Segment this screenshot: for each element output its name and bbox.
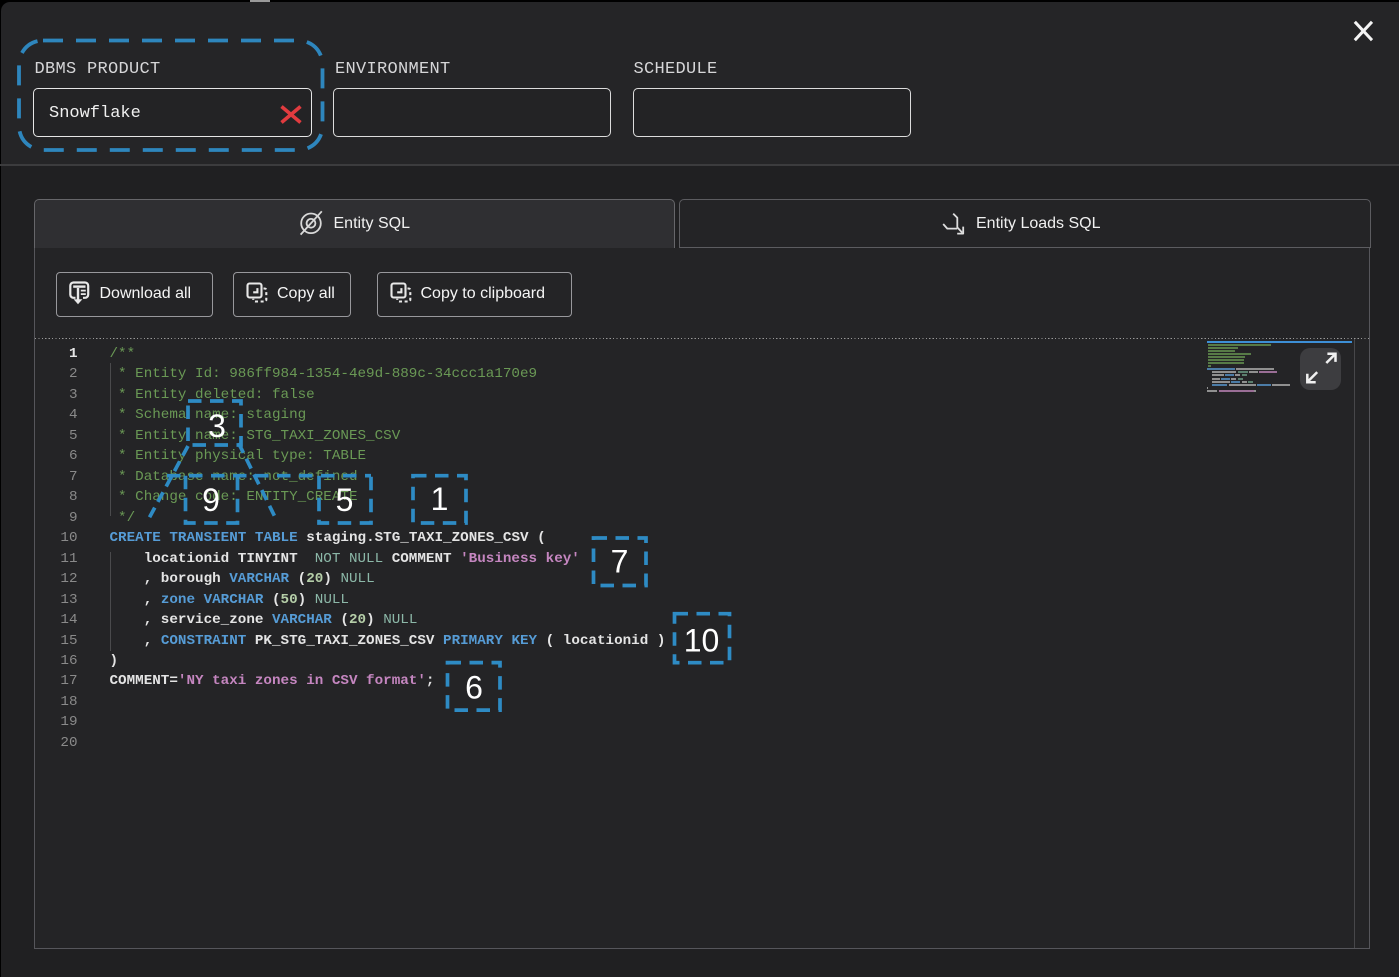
svg-text:1: 1 bbox=[431, 481, 449, 517]
svg-text:6: 6 bbox=[465, 669, 483, 705]
svg-text:7: 7 bbox=[611, 544, 629, 580]
svg-text:5: 5 bbox=[336, 482, 354, 518]
svg-text:10: 10 bbox=[684, 623, 720, 659]
svg-text:9: 9 bbox=[202, 482, 220, 518]
svg-text:3: 3 bbox=[208, 408, 226, 444]
